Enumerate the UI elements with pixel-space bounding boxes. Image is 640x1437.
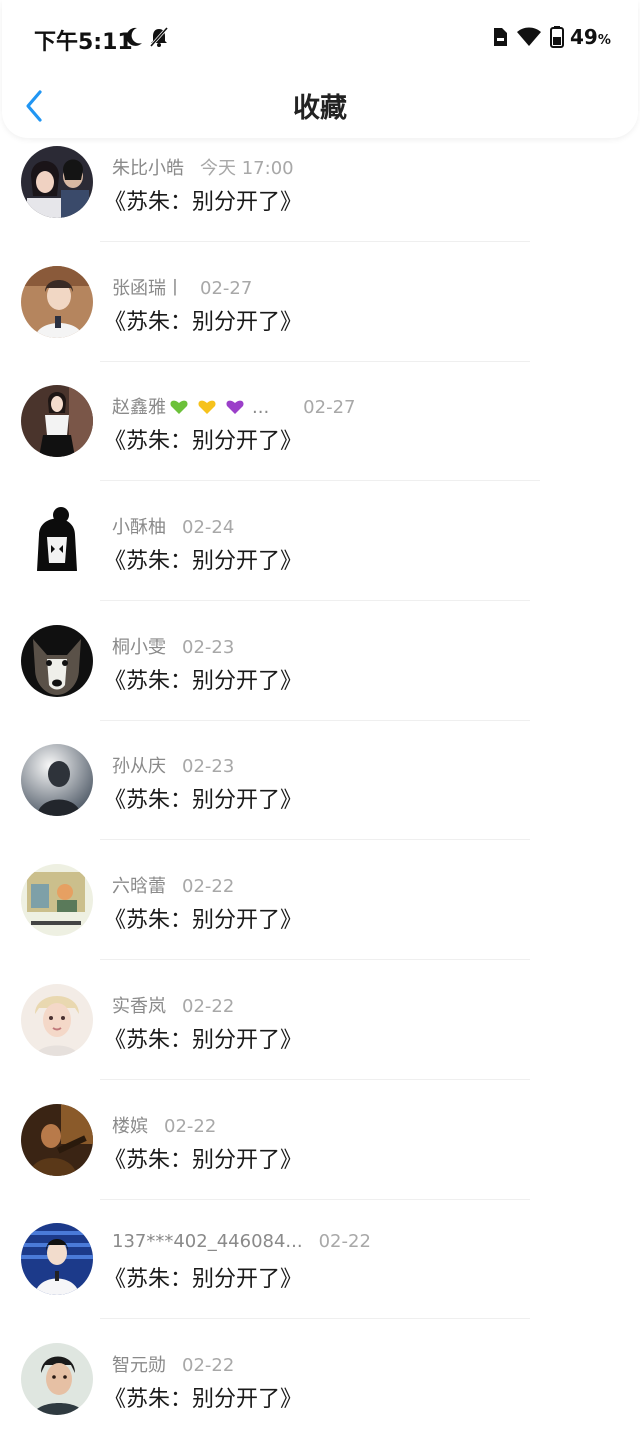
item-date: 02-22 xyxy=(318,1231,371,1253)
user-name[interactable]: 小酥柚 xyxy=(112,517,166,538)
status-bar: 下午5:11 49% xyxy=(2,0,638,72)
sim-card-icon xyxy=(492,26,508,52)
yellow-heart-icon xyxy=(198,399,216,415)
page-title: 收藏 xyxy=(293,93,347,124)
bell-off-icon xyxy=(148,26,170,52)
item-date: 02-24 xyxy=(182,517,235,539)
list-item[interactable]: 张函瑞丨 02-27 《苏朱：别分开了》 xyxy=(0,240,640,362)
user-name[interactable]: 楼嫔 xyxy=(112,1116,148,1137)
user-name[interactable]: 137***402_446084... xyxy=(112,1231,303,1252)
moon-icon xyxy=(124,26,144,52)
item-meta: 朱比小皓 今天 17:00 xyxy=(112,154,294,180)
purple-heart-icon xyxy=(226,399,244,415)
item-date: 02-22 xyxy=(164,1115,217,1137)
user-name[interactable]: 赵鑫雅 xyxy=(112,397,166,418)
avatar[interactable] xyxy=(21,1223,93,1296)
item-date: 02-22 xyxy=(182,876,235,898)
name-ellipsis: ... xyxy=(252,397,270,419)
avatar[interactable] xyxy=(21,385,93,458)
avatar[interactable] xyxy=(21,1103,93,1176)
item-meta: 桐小雯 02-23 xyxy=(112,633,234,659)
nav-bar: 收藏 xyxy=(2,72,638,138)
battery-unit: % xyxy=(597,33,611,48)
avatar[interactable] xyxy=(21,265,93,338)
user-name[interactable]: 朱比小皓 xyxy=(112,158,184,179)
item-title[interactable]: 《苏朱：别分开了》 xyxy=(104,782,302,814)
item-meta: 137***402_446084... 02-22 xyxy=(112,1231,371,1252)
list-item[interactable]: 六晗蕾 02-22 《苏朱：别分开了》 xyxy=(0,838,640,961)
item-title[interactable]: 《苏朱：别分开了》 xyxy=(104,1381,302,1413)
avatar[interactable] xyxy=(21,744,93,817)
list-item[interactable]: 桐小雯 02-23 《苏朱：别分开了》 xyxy=(0,599,640,721)
item-date: 今天 17:00 xyxy=(200,158,294,179)
avatar[interactable] xyxy=(21,146,93,218)
user-name[interactable]: 六晗蕾 xyxy=(112,876,166,897)
item-meta: 孙从庆 02-23 xyxy=(112,752,234,778)
item-date: 02-23 xyxy=(182,636,235,658)
user-name[interactable]: 智元勋 xyxy=(112,1355,166,1376)
list-item[interactable]: 智元勋 02-22 《苏朱：别分开了》 xyxy=(0,1317,640,1437)
green-heart-icon xyxy=(170,399,188,415)
item-meta: 智元勋 02-22 xyxy=(112,1351,234,1377)
user-name[interactable]: 桐小雯 xyxy=(112,637,166,658)
list-item[interactable]: 孙从庆 02-23 《苏朱：别分开了》 xyxy=(0,718,640,841)
item-title[interactable]: 《苏朱：别分开了》 xyxy=(104,1142,302,1174)
user-name[interactable]: 孙从庆 xyxy=(112,756,166,777)
item-date: 02-27 xyxy=(200,277,253,299)
status-time: 下午5:11 xyxy=(34,30,133,55)
item-title[interactable]: 《苏朱：别分开了》 xyxy=(104,1022,302,1054)
item-title[interactable]: 《苏朱：别分开了》 xyxy=(104,1261,302,1293)
item-meta: 六晗蕾 02-22 xyxy=(112,872,234,898)
item-date: 02-22 xyxy=(182,1354,235,1376)
item-title[interactable]: 《苏朱：别分开了》 xyxy=(104,304,302,336)
battery-percent: 49% xyxy=(570,25,611,49)
list-item[interactable]: 赵鑫雅... 02-27 《苏朱：别分开了》 xyxy=(0,359,640,482)
list-item[interactable]: 小酥柚 02-24 《苏朱：别分开了》 xyxy=(0,479,640,602)
avatar[interactable] xyxy=(21,505,93,578)
wifi-icon xyxy=(516,26,542,52)
battery-value: 49 xyxy=(570,25,598,49)
avatar[interactable] xyxy=(21,983,93,1056)
list-item[interactable]: 实香岚 02-22 《苏朱：别分开了》 xyxy=(0,958,640,1080)
favorites-list: 朱比小皓 今天 17:00 《苏朱：别分开了》 张函瑞丨 02-27 《苏朱：别分开… xyxy=(0,120,640,1437)
user-name[interactable]: 实香岚 xyxy=(112,996,166,1017)
item-meta: 实香岚 02-22 xyxy=(112,992,234,1018)
item-date: 02-27 xyxy=(303,397,356,419)
avatar[interactable] xyxy=(21,864,93,937)
item-date: 02-22 xyxy=(182,995,235,1017)
avatar[interactable] xyxy=(21,1342,93,1415)
item-date: 02-23 xyxy=(182,756,235,778)
user-name[interactable]: 张函瑞丨 xyxy=(112,278,184,299)
avatar[interactable] xyxy=(21,624,93,697)
list-item[interactable]: 楼嫔 02-22 《苏朱：别分开了》 xyxy=(0,1078,640,1200)
battery-icon xyxy=(550,26,564,52)
item-meta: 楼嫔 02-22 xyxy=(112,1112,216,1138)
item-title[interactable]: 《苏朱：别分开了》 xyxy=(104,423,302,455)
item-title[interactable]: 《苏朱：别分开了》 xyxy=(104,902,302,934)
list-item[interactable]: 137***402_446084... 02-22 《苏朱：别分开了》 xyxy=(0,1197,640,1320)
item-title[interactable]: 《苏朱：别分开了》 xyxy=(104,184,302,216)
item-meta: 赵鑫雅... 02-27 xyxy=(112,393,355,419)
top-bar: 下午5:11 49% 收藏 xyxy=(2,0,638,138)
item-meta: 小酥柚 02-24 xyxy=(112,513,234,539)
item-title[interactable]: 《苏朱：别分开了》 xyxy=(104,663,302,695)
item-meta: 张函瑞丨 02-27 xyxy=(112,274,252,300)
item-title[interactable]: 《苏朱：别分开了》 xyxy=(104,543,302,575)
